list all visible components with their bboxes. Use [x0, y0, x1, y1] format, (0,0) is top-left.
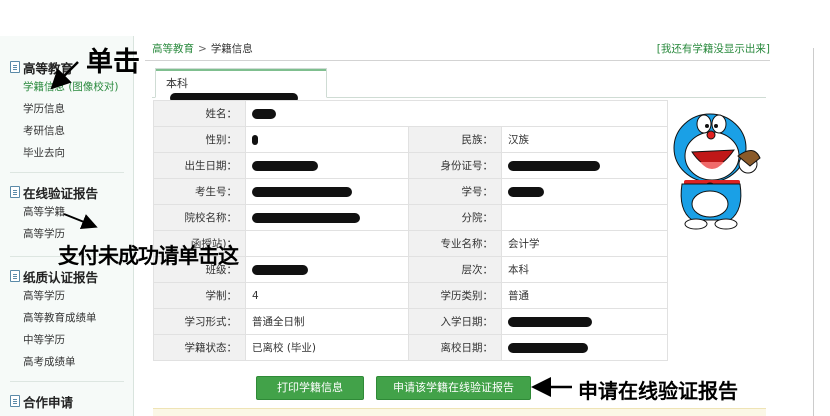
table-row: 学制： 4 学历类别： 普通	[153, 282, 668, 309]
sidebar-item-degree-info[interactable]: 学历信息	[10, 98, 119, 120]
notice-strip	[153, 408, 766, 416]
student-number-label: 学号：	[408, 178, 502, 205]
tab-undergraduate[interactable]: 本科	[155, 68, 327, 103]
level-label: 层次：	[408, 256, 502, 283]
redaction-mark	[252, 108, 276, 119]
branch-value	[501, 204, 668, 231]
sidebar-group-cooperation: 合作申请	[10, 392, 73, 410]
breadcrumb-separator: >	[198, 43, 207, 55]
tab-bar: 本科	[152, 68, 766, 103]
redaction-mark	[508, 160, 600, 171]
id-number-label: 身份证号：	[408, 152, 502, 179]
sidebar-item-postgrad-info[interactable]: 考研信息	[10, 120, 119, 142]
redaction-mark	[252, 264, 308, 275]
redaction-mark	[252, 134, 258, 145]
sidebar-divider	[10, 381, 124, 382]
sidebar-group-online-report: 在线验证报告 高等学籍 高等学历	[10, 183, 98, 245]
table-row: 出生日期： 身份证号：	[153, 152, 668, 179]
station-value	[245, 230, 409, 257]
print-button[interactable]: 打印学籍信息	[256, 376, 364, 400]
gender-label: 性别：	[153, 126, 246, 153]
header-divider	[145, 60, 770, 61]
document-icon	[10, 186, 20, 198]
status-label: 学籍状态：	[153, 334, 246, 361]
birth-date-label: 出生日期：	[153, 152, 246, 179]
sidebar-group-paper-report: 纸质认证报告 高等学历 高等教育成绩单 中等学历 高考成绩单	[10, 267, 98, 373]
school-label: 院校名称：	[153, 204, 246, 231]
breadcrumb-current: 学籍信息	[210, 43, 253, 55]
exam-number-label: 考生号：	[153, 178, 246, 205]
ethnicity-label: 民族：	[408, 126, 502, 153]
study-form-value: 普通全日制	[245, 308, 409, 335]
tab-label: 本科	[166, 77, 188, 90]
student-number-value	[501, 178, 668, 205]
name-value	[245, 100, 668, 127]
major-value: 会计学	[501, 230, 668, 257]
sidebar-divider	[10, 172, 124, 173]
annotation-click: 单击	[86, 47, 140, 78]
apply-report-button[interactable]: 申请该学籍在线验证报告	[376, 376, 531, 400]
id-number-value	[501, 152, 668, 179]
table-row: 姓名：	[153, 100, 668, 127]
breadcrumb: 高等教育 > 学籍信息	[152, 41, 253, 56]
sidebar-item-graduation-destination[interactable]: 毕业去向	[10, 142, 119, 164]
sidebar-item-transcript[interactable]: 高等教育成绩单	[10, 307, 98, 329]
sidebar-item-paper-degree[interactable]: 高等学历	[10, 285, 98, 307]
sidebar-group-title[interactable]: 合作申请	[10, 392, 73, 410]
doraemon-icon	[673, 113, 761, 230]
class-value	[245, 256, 409, 283]
sidebar-item-student-status[interactable]: 学籍信息 (图像校对)	[10, 76, 119, 98]
redaction-mark	[508, 316, 592, 327]
birth-date-value	[245, 152, 409, 179]
table-row: 考生号： 学号：	[153, 178, 668, 205]
top-bar: 高等教育 > 学籍信息 [我还有学籍没显示出来]	[134, 36, 770, 58]
branch-label: 分院：	[408, 204, 502, 231]
page-border	[813, 48, 814, 416]
duration-value: 4	[245, 282, 409, 309]
exam-number-value	[245, 178, 409, 205]
sidebar-item-online-enrollment[interactable]: 高等学籍	[10, 201, 98, 223]
ethnicity-value: 汉族	[501, 126, 668, 153]
document-icon	[10, 395, 20, 407]
sidebar-group-title: 在线验证报告	[10, 183, 98, 201]
redaction-mark	[508, 342, 588, 353]
level-value: 本科	[501, 256, 668, 283]
breadcrumb-home[interactable]: 高等教育	[152, 43, 194, 55]
redaction-mark	[252, 212, 360, 223]
enroll-date-value	[501, 308, 668, 335]
student-photo	[670, 100, 766, 230]
sidebar: 高等教育 学籍信息 (图像校对) 学历信息 考研信息 毕业去向 在线验证报告 高…	[0, 36, 134, 416]
redaction-mark	[252, 186, 352, 197]
sidebar-item-gaokao-scores[interactable]: 高考成绩单	[10, 351, 98, 373]
sidebar-item-secondary-degree[interactable]: 中等学历	[10, 329, 98, 351]
category-label: 学历类别：	[408, 282, 502, 309]
study-form-label: 学习形式：	[153, 308, 246, 335]
category-value: 普通	[501, 282, 668, 309]
leave-date-label: 离校日期：	[408, 334, 502, 361]
redaction-mark	[508, 186, 544, 197]
table-row: 学籍状态： 已离校 (毕业) 离校日期：	[153, 334, 668, 361]
enroll-date-label: 入学日期：	[408, 308, 502, 335]
redaction-mark	[252, 160, 318, 171]
status-value: 已离校 (毕业)	[245, 334, 409, 361]
annotation-pay-failed: 支付未成功请单击这	[58, 244, 239, 268]
gender-value	[245, 126, 409, 153]
table-row: 学习形式： 普通全日制 入学日期：	[153, 308, 668, 335]
missing-record-link[interactable]: [我还有学籍没显示出来]	[657, 41, 770, 56]
student-info-table: 姓名： 性别： 民族： 汉族 出生日期： 身份证号： 考生号： 学号： 院校名称…	[153, 100, 668, 361]
leave-date-value	[501, 334, 668, 361]
table-row: 性别： 民族： 汉族	[153, 126, 668, 153]
document-icon	[10, 270, 20, 282]
school-value	[245, 204, 409, 231]
table-row: 院校名称： 分院：	[153, 204, 668, 231]
name-label: 姓名：	[153, 100, 246, 127]
tab-accent	[156, 69, 326, 71]
annotation-apply-report: 申请在线验证报告	[578, 379, 738, 403]
major-label: 专业名称：	[408, 230, 502, 257]
duration-label: 学制：	[153, 282, 246, 309]
document-icon	[10, 61, 20, 73]
